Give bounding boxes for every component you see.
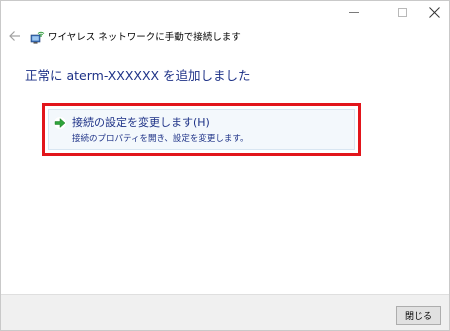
minimize-button[interactable]	[339, 1, 369, 23]
command-link-title: 接続の設定を変更します(H)	[72, 116, 210, 129]
back-arrow-icon	[9, 31, 20, 41]
green-arrow-icon	[54, 117, 66, 129]
footer-bar: 閉じる	[1, 294, 449, 330]
dialog-window: ワイヤレス ネットワークに手動で接続します 正常に aterm-XXXXXX を…	[0, 0, 450, 331]
maximize-button[interactable]	[387, 1, 417, 23]
close-button[interactable]: 閉じる	[396, 306, 441, 325]
minimize-icon	[349, 11, 359, 13]
header-row: ワイヤレス ネットワークに手動で接続します	[1, 25, 449, 47]
success-message: 正常に aterm-XXXXXX を追加しました	[25, 68, 251, 83]
header-title: ワイヤレス ネットワークに手動で接続します	[48, 32, 241, 43]
wireless-network-icon	[30, 31, 45, 44]
title-bar	[1, 1, 449, 23]
back-button[interactable]	[6, 27, 24, 45]
change-connection-settings-link[interactable]: 接続の設定を変更します(H) 接続のプロパティを開き、設定を変更します。	[48, 109, 355, 150]
maximize-icon	[397, 7, 407, 17]
command-link-description: 接続のプロパティを開き、設定を変更します。	[72, 134, 249, 144]
close-window-button[interactable]	[419, 1, 449, 23]
close-icon	[428, 6, 440, 18]
red-highlight-box: 接続の設定を変更します(H) 接続のプロパティを開き、設定を変更します。	[42, 103, 361, 156]
